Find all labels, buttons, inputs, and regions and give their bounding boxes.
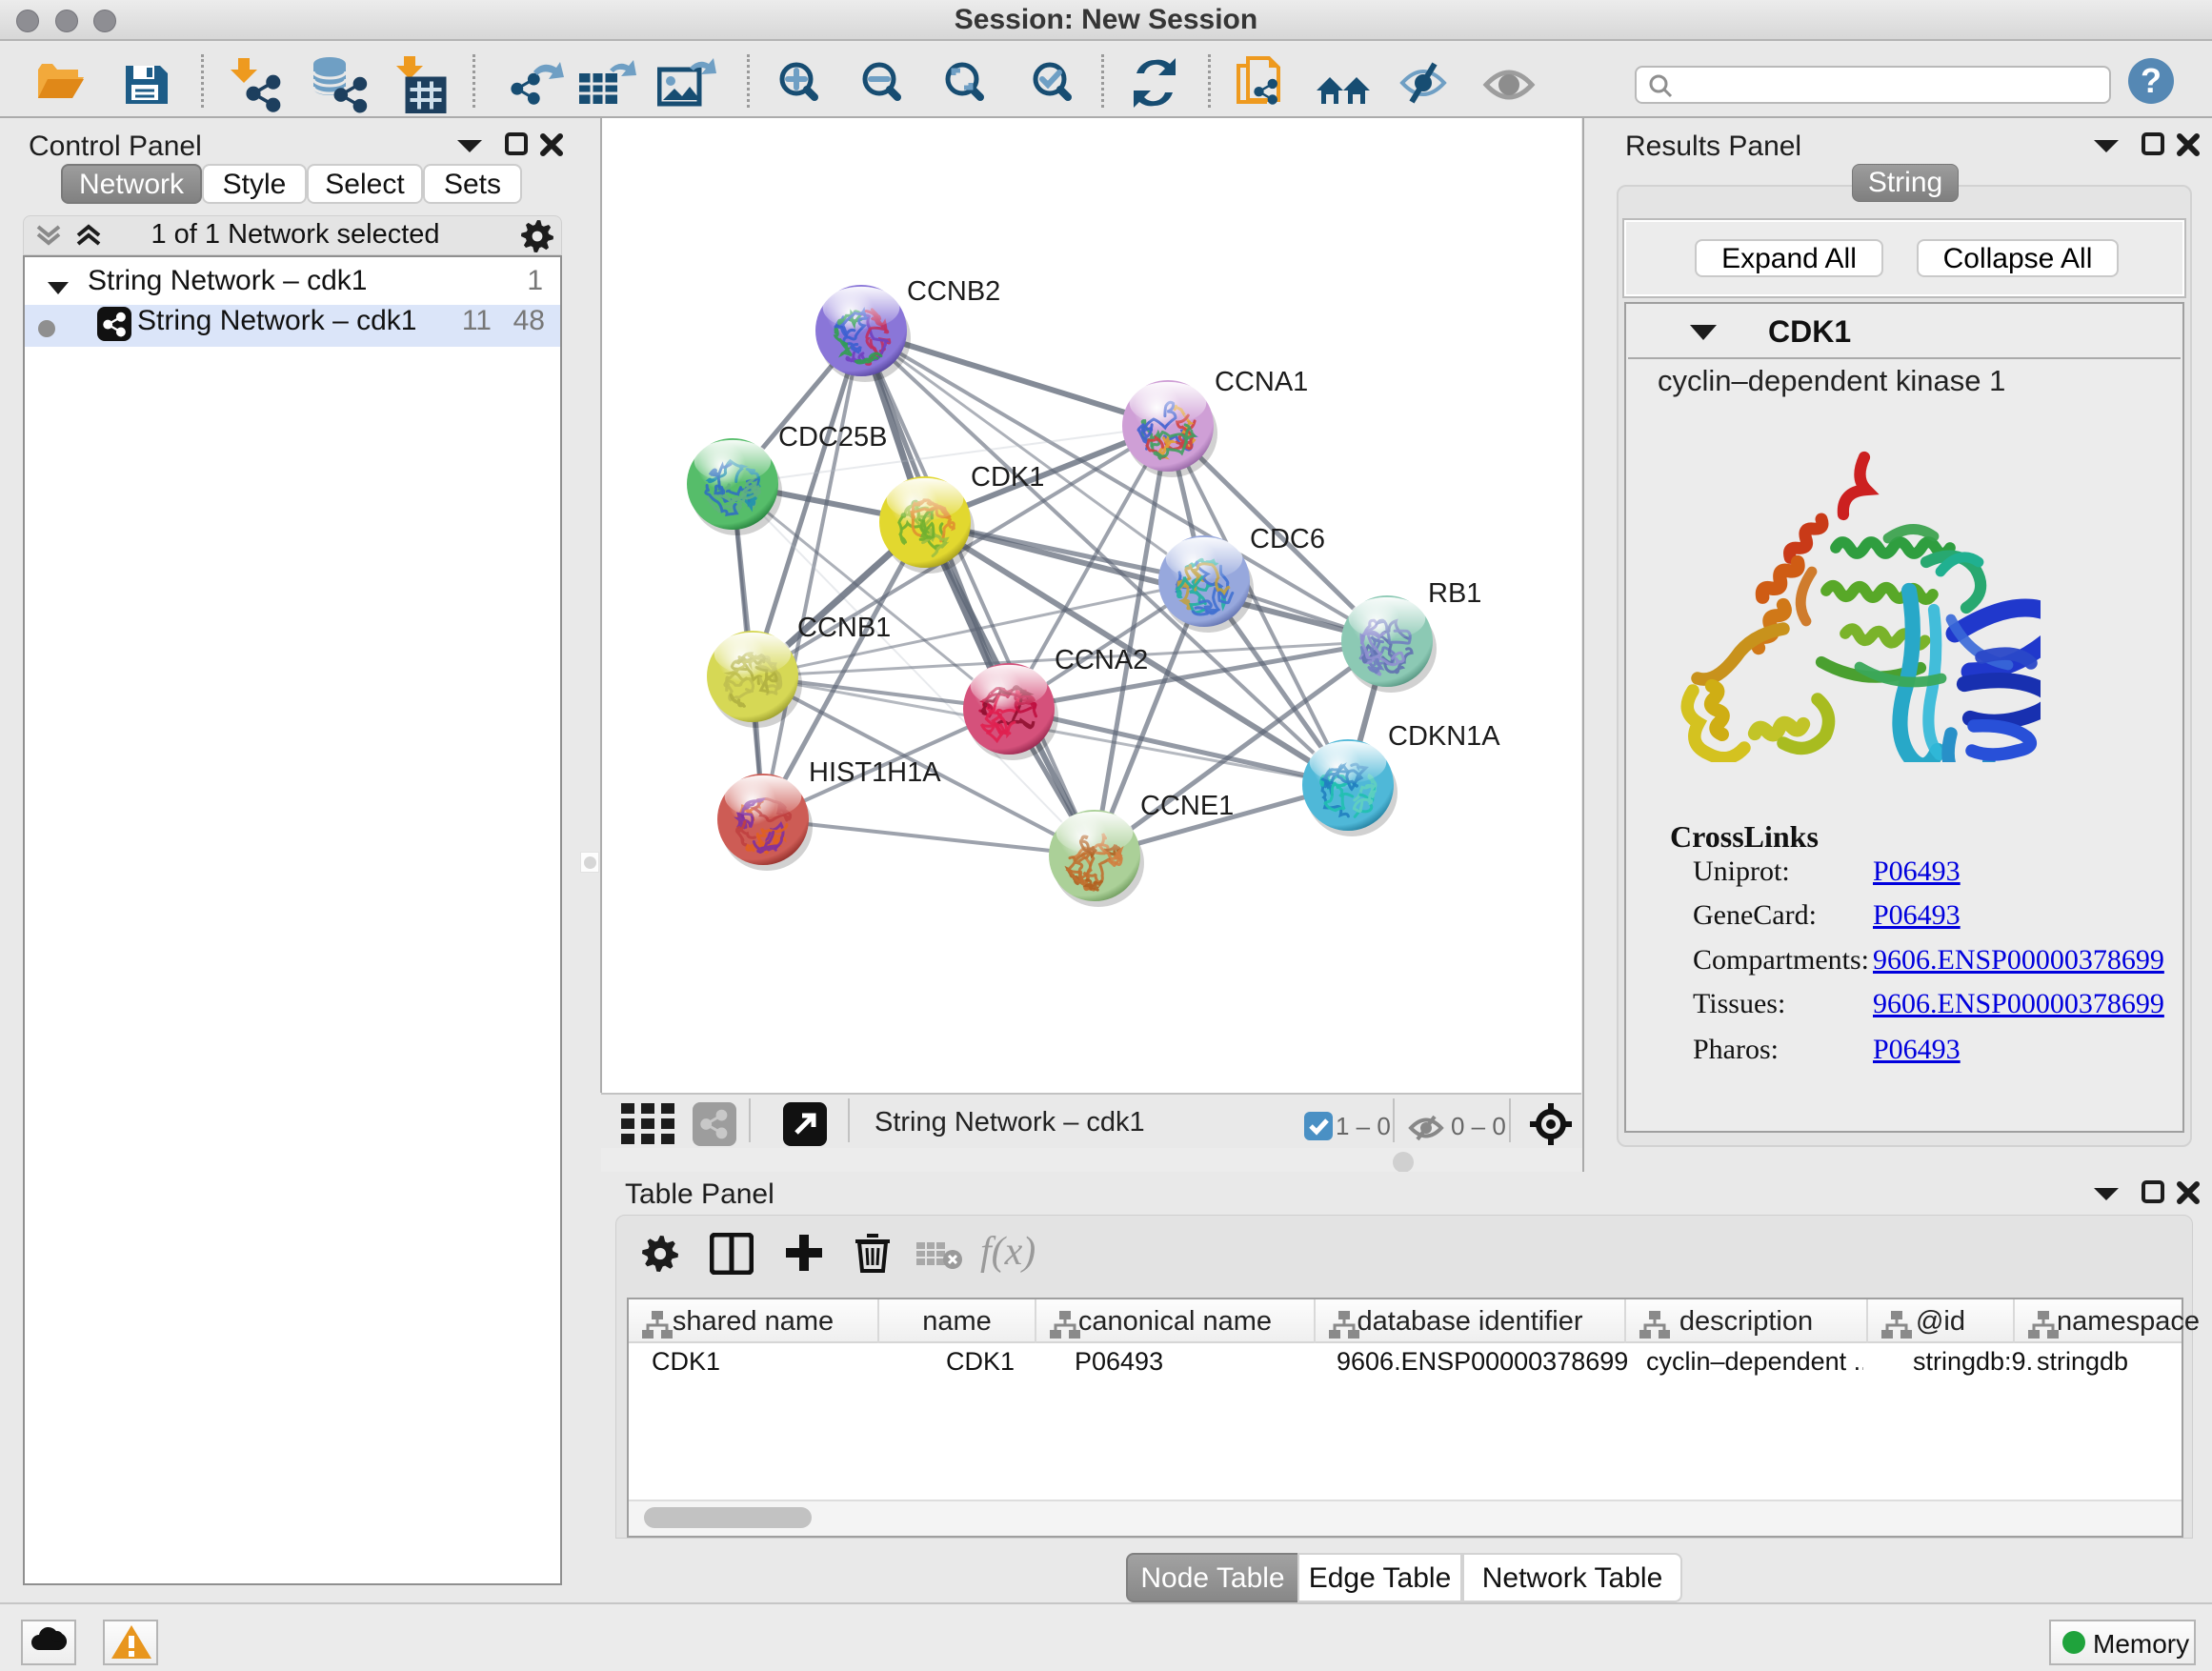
svg-text:CCNE1: CCNE1 <box>1140 791 1234 821</box>
svg-text:CCNA2: CCNA2 <box>1055 645 1148 675</box>
svg-text:CDK1: CDK1 <box>971 462 1044 493</box>
svg-text:RB1: RB1 <box>1428 578 1481 609</box>
svg-text:CCNB1: CCNB1 <box>797 613 891 643</box>
svg-text:CDC25B: CDC25B <box>778 422 887 453</box>
svg-text:CDKN1A: CDKN1A <box>1388 721 1500 752</box>
svg-text:CCNA1: CCNA1 <box>1215 367 1308 397</box>
svg-text:?: ? <box>2141 61 2162 100</box>
svg-text:CDC6: CDC6 <box>1250 524 1325 554</box>
svg-text:CCNB2: CCNB2 <box>907 276 1000 307</box>
svg-text:HIST1H1A: HIST1H1A <box>809 757 941 788</box>
